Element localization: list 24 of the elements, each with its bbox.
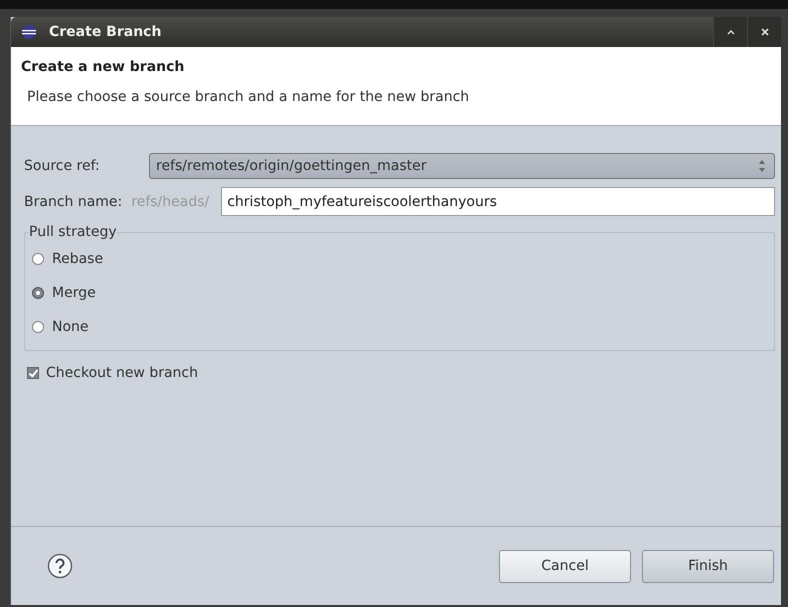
radio-button[interactable]: [32, 253, 44, 265]
source-ref-dropdown[interactable]: refs/remotes/origin/goettingen_master: [149, 153, 775, 179]
page-title: Create a new branch: [21, 59, 186, 75]
branch-name-field[interactable]: christoph_myfeatureiscoolerthanyours: [221, 187, 775, 216]
dialog-button[interactable]: Cancel: [499, 550, 631, 582]
group-title: Pull strategy: [29, 224, 117, 240]
field-label: Branch name:: [24, 194, 122, 210]
checkbox-label[interactable]: Checkout new branch: [46, 365, 198, 381]
checkbox[interactable]: [27, 367, 39, 379]
dialog-button[interactable]: Finish: [642, 550, 774, 582]
close-icon: [760, 27, 770, 37]
close-button[interactable]: [747, 17, 781, 47]
page-description: Please choose a source branch and a name for the new branch: [27, 89, 470, 105]
radio-button[interactable]: [32, 321, 44, 333]
radio-label[interactable]: None: [52, 319, 89, 335]
radio-button[interactable]: [32, 287, 44, 299]
radio-label[interactable]: Rebase: [52, 251, 104, 267]
spinner-arrows-icon: [758, 159, 766, 173]
radio-label[interactable]: Merge: [52, 285, 96, 301]
window-title: Create Branch: [49, 24, 162, 40]
field-label: Source ref:: [24, 158, 101, 174]
sphere-icon: [21, 24, 37, 40]
prefix-text: refs/heads/: [131, 194, 210, 210]
help-icon[interactable]: [47, 553, 73, 579]
